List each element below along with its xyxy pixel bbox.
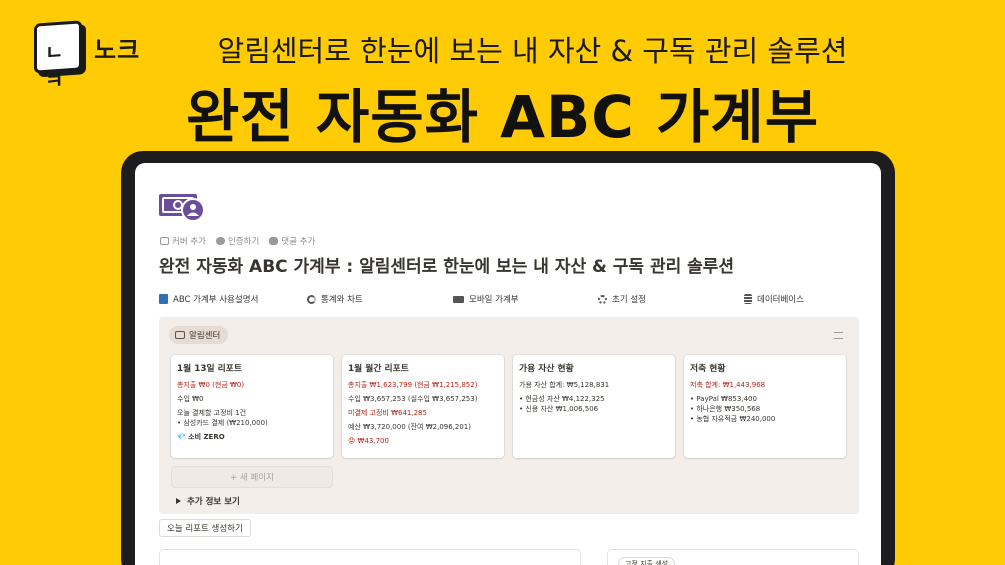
nav-item-database[interactable]: 데이터베이스 bbox=[744, 293, 804, 305]
bottom-panel-left bbox=[159, 549, 581, 565]
headline-subtitle: 알림센터로 한눈에 보는 내 자산 & 구독 관리 솔루션 bbox=[217, 34, 848, 68]
fixed-expense-chip[interactable]: 고정 지출 생성 bbox=[618, 557, 676, 565]
spending-status: 💎 소비 ZERO bbox=[177, 433, 225, 441]
nav-item-stats[interactable]: 통계와 차트 bbox=[307, 293, 363, 305]
card-available-assets[interactable]: 가용 자산 현황 가용 자산 합계: ₩5,128,831 • 현금성 자산 ₩… bbox=[513, 355, 675, 458]
card-savings[interactable]: 저축 현황 저축 합계: ₩1,443,968 • PayPal ₩853,40… bbox=[684, 355, 846, 458]
comment-icon bbox=[269, 237, 279, 245]
unpaid-fixed-cost: 미결제 고정비 ₩641,285 bbox=[348, 409, 427, 417]
credit-assets: • 신용 자산 ₩1,006,506 bbox=[519, 405, 599, 413]
savings-hana: • 하나은행 ₩350,568 bbox=[690, 405, 761, 413]
gear-icon bbox=[598, 294, 607, 304]
verify-button[interactable]: 인증하기 bbox=[215, 235, 259, 247]
add-comment-button[interactable]: 댓글 추가 bbox=[269, 235, 315, 247]
card-daily-report[interactable]: 1월 13일 리포트 총지출 ₩0 (현금 ₩0) 수입 ₩0 오늘 결제할 고… bbox=[171, 355, 333, 458]
bottom-panel-right: 고정 지출 생성 bbox=[607, 549, 859, 565]
pie-chart-icon bbox=[307, 294, 316, 304]
cash-assets: • 현금성 자산 ₩4,122,325 bbox=[519, 395, 605, 403]
add-cover-button[interactable]: 커버 추가 bbox=[160, 235, 206, 247]
fixed-cost-item: • 삼성카드 결제 (₩210,000) bbox=[177, 419, 268, 427]
triangle-right-icon bbox=[176, 498, 181, 504]
budget: 예산 ₩3,720,000 (잔여 ₩2,096,201) bbox=[348, 423, 471, 431]
savings-paypal: • PayPal ₩853,400 bbox=[690, 395, 757, 403]
income: 수입 ₩3,657,253 (실수입 ₩3,657,253) bbox=[348, 395, 478, 403]
check-circle-icon bbox=[215, 237, 225, 245]
total-expense: 총지출 ₩1,623,799 (현금 ₩1,215,852) bbox=[348, 381, 478, 389]
fixed-cost-due: 오늘 결제할 고정비 1건 bbox=[177, 409, 247, 417]
savings-nonghyup: • 농협 자유적금 ₩240,000 bbox=[690, 415, 776, 423]
new-page-button[interactable]: + 새 페이지 bbox=[171, 466, 333, 488]
card-monthly-report[interactable]: 1월 월간 리포트 총지출 ₩1,623,799 (현금 ₩1,215,852)… bbox=[342, 355, 504, 458]
image-icon bbox=[160, 237, 169, 245]
asset-total: 가용 자산 합계: ₩5,128,831 bbox=[519, 381, 610, 389]
notion-page: 커버 추가 인증하기 댓글 추가 완전 자동화 ABC 가계부 : 알림센터로 … bbox=[135, 163, 881, 565]
generate-report-button[interactable]: 오늘 리포트 생성하기 bbox=[159, 519, 251, 537]
total-expense: 총지출 ₩0 (현금 ₩0) bbox=[177, 381, 245, 389]
card-title: 1월 월간 리포트 bbox=[348, 364, 409, 374]
battery-icon bbox=[453, 295, 464, 303]
book-icon bbox=[159, 294, 168, 304]
nav-item-settings[interactable]: 초기 설정 bbox=[598, 293, 646, 305]
card-title: 저축 현황 bbox=[690, 364, 726, 374]
alert-center-tag[interactable]: 알림센터 bbox=[169, 326, 229, 344]
database-icon bbox=[744, 294, 752, 304]
headline-title: 완전 자동화 ABC 가계부 bbox=[185, 83, 820, 151]
savings-total: 저축 합계: ₩1,443,968 bbox=[690, 381, 766, 389]
over-budget: 😡 ₩43,700 bbox=[348, 437, 389, 445]
card-title: 1월 13일 리포트 bbox=[177, 364, 242, 374]
page-nav: ABC 가계부 사용설명서 통계와 차트 모바일 가계부 초기 설정 데이터베이… bbox=[159, 293, 859, 307]
more-info-toggle[interactable]: 추가 정보 보기 bbox=[176, 495, 240, 507]
card-title: 가용 자산 현황 bbox=[519, 364, 574, 374]
alert-center-callout: 알림센터 1월 13일 리포트 총지출 ₩0 (현금 ₩0) 수입 ₩0 오늘 … bbox=[159, 317, 859, 514]
nav-item-manual[interactable]: ABC 가계부 사용설명서 bbox=[159, 293, 258, 305]
nav-item-mobile[interactable]: 모바일 가계부 bbox=[453, 293, 519, 305]
page-title: 완전 자동화 ABC 가계부 : 알림센터로 한눈에 보는 내 자산 & 구독 … bbox=[159, 257, 735, 277]
filter-icon[interactable] bbox=[834, 332, 843, 339]
page-actions: 커버 추가 인증하기 댓글 추가 bbox=[160, 235, 315, 247]
gallery-icon bbox=[175, 331, 185, 339]
income: 수입 ₩0 bbox=[177, 395, 204, 403]
money-icon bbox=[159, 194, 205, 222]
